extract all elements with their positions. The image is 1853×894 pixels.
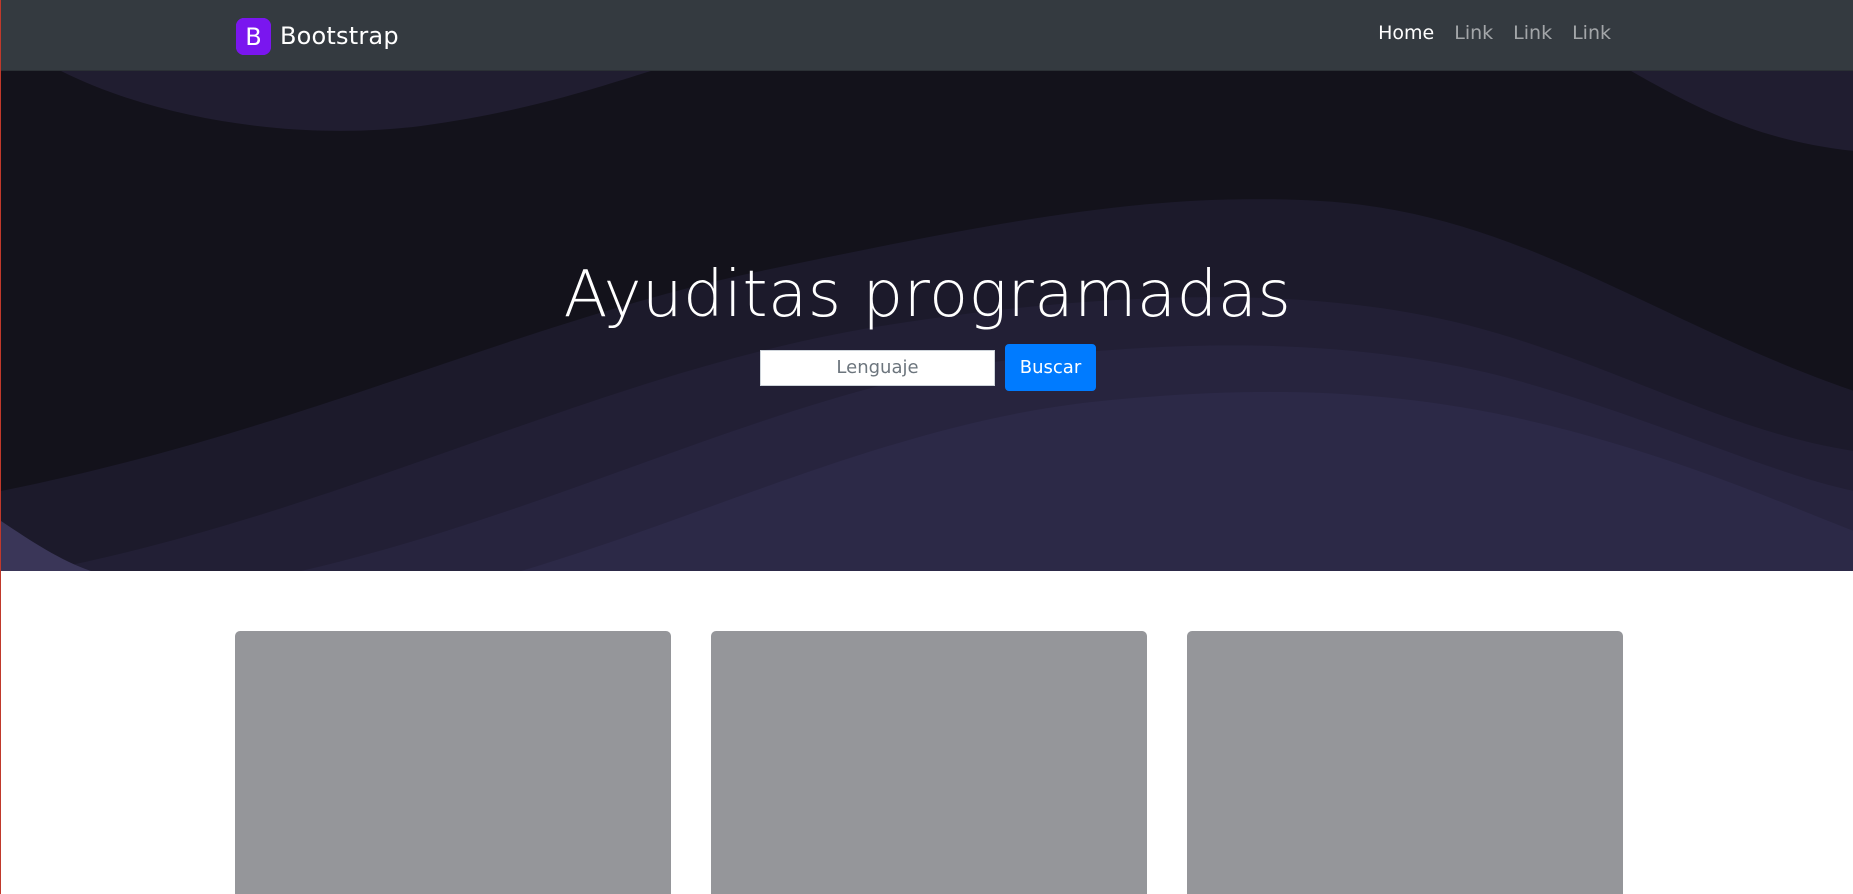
card-image-placeholder-1 (235, 631, 671, 894)
card-image-placeholder-2 (711, 631, 1147, 894)
nav-link-1[interactable]: Link (1454, 22, 1493, 44)
nav-link-3[interactable]: Link (1572, 22, 1611, 44)
language-search-input[interactable] (760, 349, 995, 386)
nav-links: Home Link Link Link (1378, 22, 1611, 44)
hero-title: Ayuditas programadas (563, 258, 1292, 332)
nav-link-home[interactable]: Home (1378, 22, 1434, 44)
page: B Bootstrap Home Link Link Link Ayuditas… (0, 0, 1853, 894)
search-button[interactable]: Buscar (1005, 344, 1096, 391)
hero: Ayuditas programadas Buscar (1, 71, 1853, 571)
card-grid (235, 631, 1623, 894)
brand-logo-letter: B (245, 23, 261, 51)
brand-text: Bootstrap (280, 22, 399, 50)
nav-link-2[interactable]: Link (1513, 22, 1552, 44)
search-form: Buscar (760, 344, 1096, 391)
card-image-placeholder-3 (1187, 631, 1623, 894)
brand[interactable]: B Bootstrap (236, 16, 399, 56)
navbar: B Bootstrap Home Link Link Link (1, 0, 1853, 71)
bootstrap-logo-icon: B (236, 17, 271, 55)
